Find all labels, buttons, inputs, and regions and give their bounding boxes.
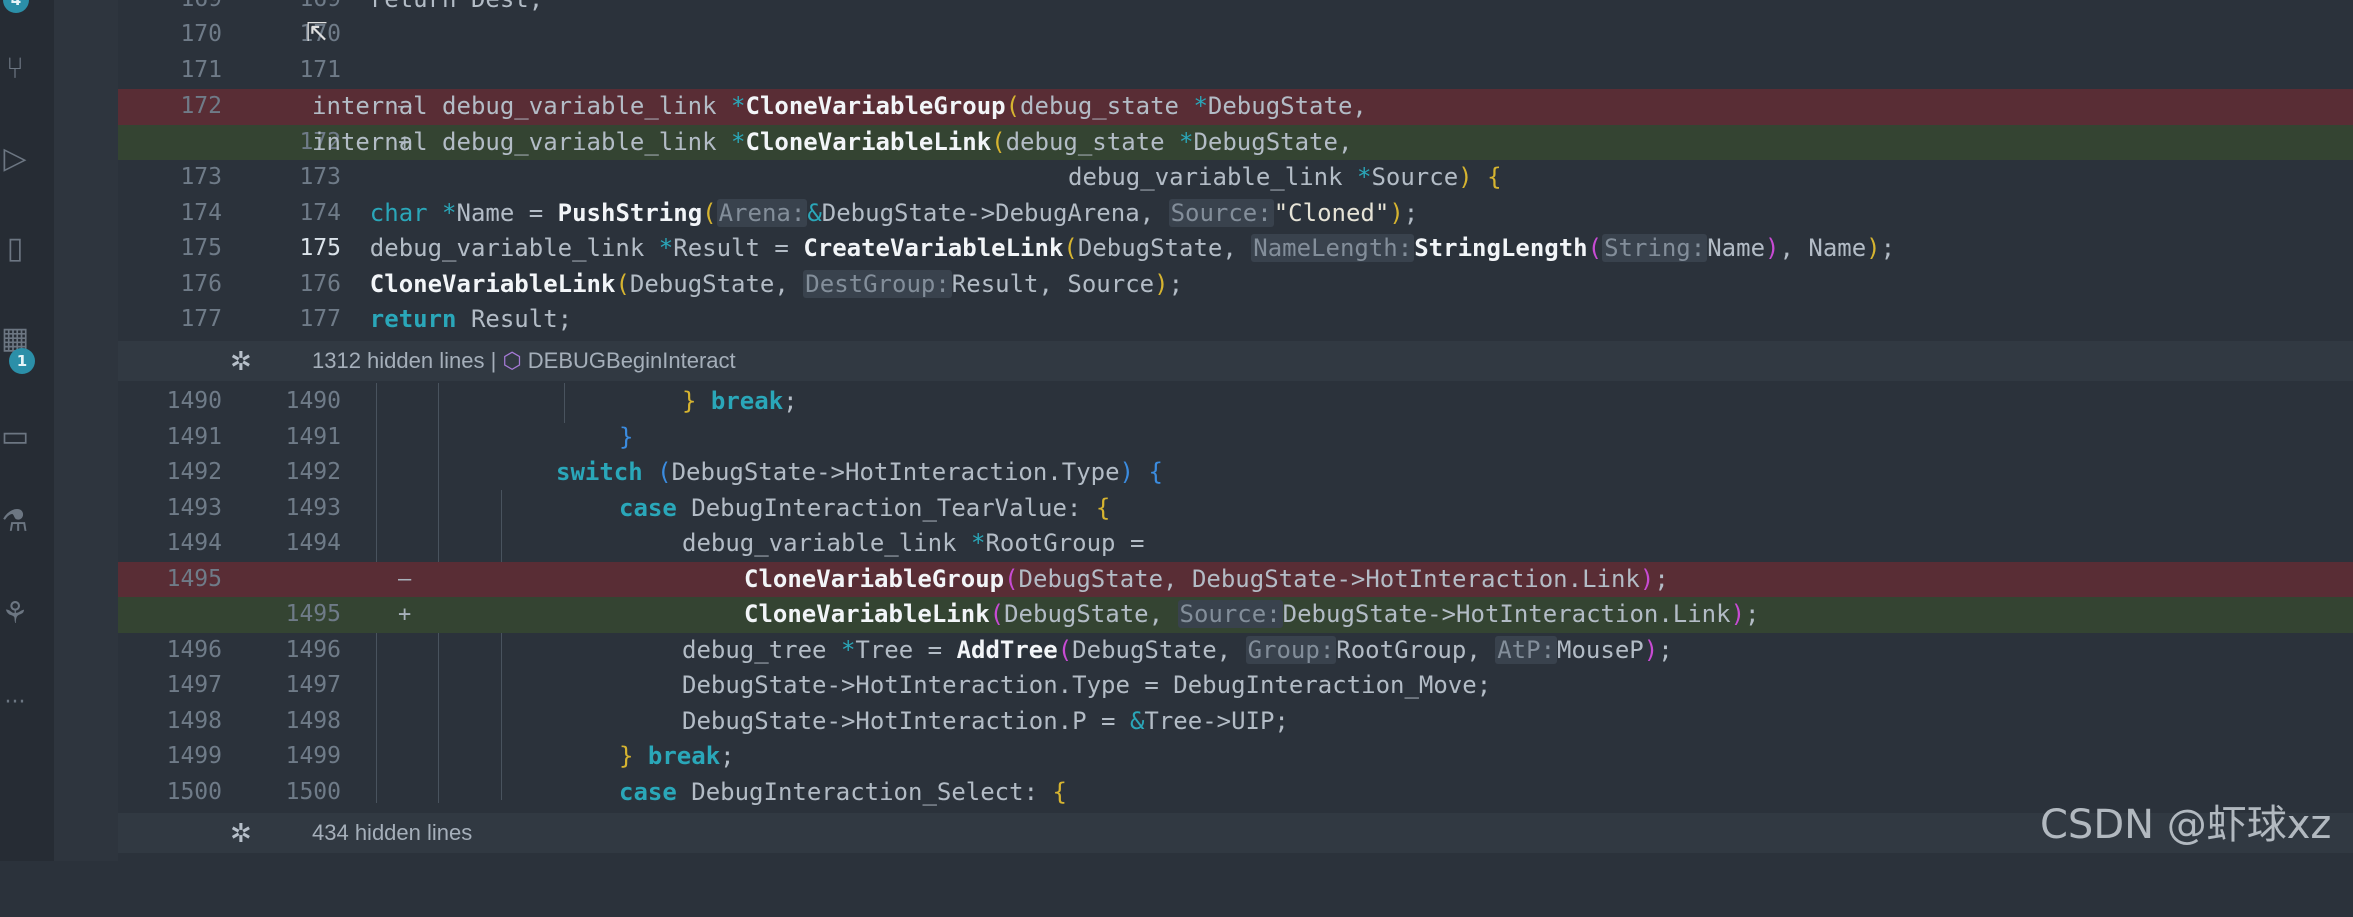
code-line[interactable]: 1494 1494 debug_variable_link *RootGroup… <box>118 526 2353 562</box>
hidden-lines-label: 434 hidden lines <box>312 820 473 845</box>
code-line[interactable]: 1492 1492 switch (DebugState->HotInterac… <box>118 455 2353 491</box>
old-line-number: 1495 <box>166 565 222 592</box>
old-line-number: 1492 <box>166 459 222 485</box>
new-line-number: 1491 <box>285 423 341 450</box>
folded-region[interactable]: ✲ 434 hidden lines <box>118 813 2353 853</box>
bookmark-icon[interactable]: ▯ <box>0 232 30 266</box>
activity-bar: 4 ⑂ ▷ ▯ ▦ 1 ▭ ⚗ ⚘ ··· <box>0 0 54 861</box>
new-line-number: 171 <box>299 57 341 83</box>
code-text: debug_variable_link *RootGroup = <box>682 529 1145 557</box>
code-text: switch (DebugState->HotInteraction.Type)… <box>556 458 1163 486</box>
code-text: CloneVariableLink(DebugState, Source:Deb… <box>744 600 1760 628</box>
watermark: CSDN @虾球xz <box>2040 802 2332 848</box>
old-line-number: 175 <box>180 235 222 261</box>
code-text: debug_variable_link *Source) { <box>1068 163 1502 191</box>
source-control-icon[interactable]: ⑂ <box>0 52 30 86</box>
new-line-number: 1495 <box>285 601 341 627</box>
addition-marker: + <box>398 602 412 627</box>
old-line-number: 1498 <box>166 707 222 734</box>
old-line-number: 1490 <box>166 388 222 414</box>
remote-explorer-icon[interactable]: ▭ <box>0 420 30 454</box>
old-line-number: 173 <box>180 164 222 190</box>
code-line[interactable]: 171 171 <box>118 53 2353 89</box>
code-line[interactable]: 1496 1496 debug_tree *Tree = AddTree(Deb… <box>118 633 2353 669</box>
notification-badge: 4 <box>3 0 29 13</box>
new-line-number: 1493 <box>285 494 341 521</box>
testing-icon[interactable]: ⚗ <box>0 505 30 539</box>
old-line-number: 1500 <box>166 778 222 805</box>
code-text: return Result; <box>369 305 573 333</box>
extensions-badge: 1 <box>9 348 35 374</box>
new-line-number: 1497 <box>285 672 341 698</box>
code-text: CloneVariableLink(DebugState, DestGroup:… <box>369 269 1184 298</box>
code-line[interactable]: 173 173 debug_variable_link *Source) { <box>118 160 2353 196</box>
code-text: } <box>619 422 634 451</box>
old-line-number: 1493 <box>166 494 222 521</box>
code-text: CloneVariableGroup(DebugState, DebugStat… <box>744 564 1669 593</box>
code-line[interactable]: 1497 1497 DebugState->HotInteraction.Typ… <box>118 668 2353 704</box>
code-text: internal debug_variable_link *CloneVaria… <box>312 127 1353 156</box>
deletion-marker: — <box>398 566 412 592</box>
new-line-number: 1499 <box>285 743 341 769</box>
old-line-number: 1497 <box>166 672 222 698</box>
code-text: DebugState->HotInteraction.P = &Tree->UI… <box>682 706 1289 735</box>
code-text: case DebugInteraction_TearValue: { <box>619 493 1111 522</box>
old-line-number: 174 <box>180 199 222 226</box>
old-line-number: 1496 <box>166 636 222 663</box>
code-text: internal debug_variable_link *CloneVaria… <box>312 92 1367 120</box>
code-line[interactable]: 170 170 <box>118 17 2353 53</box>
code-text: case DebugInteraction_Select: { <box>619 777 1067 806</box>
mouse-cursor-icon: ⇱ <box>306 18 328 48</box>
code-line[interactable]: 169 169 return Dest; <box>118 0 2353 18</box>
more-icon[interactable]: ··· <box>0 686 30 720</box>
code-text: return Dest; <box>312 0 543 18</box>
code-line[interactable]: 176 176 CloneVariableLink(DebugState, De… <box>118 267 2353 303</box>
deleted-line[interactable]: 1495 — CloneVariableGroup(DebugState, De… <box>118 561 2353 597</box>
code-line[interactable]: 1498 1498 DebugState->HotInteraction.P =… <box>118 704 2353 740</box>
code-line[interactable]: 1499 1499 } break; <box>118 739 2353 775</box>
old-line-number: 171 <box>180 57 222 83</box>
new-line-number: 173 <box>299 164 341 190</box>
code-text: debug_variable_link *Result = CreateVari… <box>369 234 1896 262</box>
hidden-lines-label: 1312 hidden lines | ⬡ DEBUGBeginInteract <box>312 348 736 373</box>
old-line-number: 176 <box>180 270 222 297</box>
new-line-number: 1494 <box>285 530 341 556</box>
added-line[interactable]: 1495 + CloneVariableLink(DebugState, Sou… <box>118 597 2353 633</box>
code-line[interactable]: 174 174 char *Name = PushString(Arena:&D… <box>118 196 2353 232</box>
code-line[interactable]: 1500 1500 case DebugInteraction_Select: … <box>118 775 2353 811</box>
old-line-number: 177 <box>180 306 222 332</box>
old-line-number: 172 <box>180 93 222 119</box>
code-line[interactable]: 177 177 return Result; <box>118 302 2353 338</box>
added-line[interactable]: 172 + internal debug_variable_link *Clon… <box>118 124 2353 160</box>
code-line[interactable]: 175 175 debug_variable_link *Result = Cr… <box>118 231 2353 267</box>
code-text: } break; <box>682 387 798 415</box>
run-debug-icon[interactable]: ▷ <box>0 142 30 176</box>
old-line-number: 169 <box>142 0 222 18</box>
code-line[interactable]: 1491 1491 } <box>118 420 2353 456</box>
new-line-number: 1498 <box>285 707 341 734</box>
old-line-number: 1499 <box>166 743 222 769</box>
deleted-line[interactable]: 172 — internal debug_variable_link *Clon… <box>118 89 2353 125</box>
new-line-number: 170 <box>299 21 341 47</box>
new-line-number: 1492 <box>285 459 341 485</box>
unfold-icon[interactable]: ✲ <box>230 341 252 381</box>
git-graph-icon[interactable]: ⚘ <box>0 597 30 631</box>
old-line-number: 170 <box>180 21 222 47</box>
cube-icon: ⬡ <box>502 348 522 373</box>
code-text: char *Name = PushString(Arena:&DebugStat… <box>369 198 1419 227</box>
code-line[interactable]: 1493 1493 case DebugInteraction_TearValu… <box>118 491 2353 527</box>
new-line-number: 1490 <box>285 388 341 414</box>
code-text: DebugState->HotInteraction.Type = DebugI… <box>682 671 1492 699</box>
old-line-number: 1494 <box>166 530 222 556</box>
code-text: debug_tree *Tree = AddTree(DebugState, G… <box>682 635 1673 664</box>
unfold-icon[interactable]: ✲ <box>230 813 252 853</box>
code-text: } break; <box>619 742 735 770</box>
new-line-number: 1500 <box>285 778 341 805</box>
folded-region[interactable]: ✲ 1312 hidden lines | ⬡ DEBUGBeginIntera… <box>118 341 2353 381</box>
new-line-number: 1496 <box>285 636 341 663</box>
old-line-number: 1491 <box>166 423 222 450</box>
code-line[interactable]: 1490 1490 } break; <box>118 384 2353 420</box>
editor-left-margin <box>54 0 118 861</box>
